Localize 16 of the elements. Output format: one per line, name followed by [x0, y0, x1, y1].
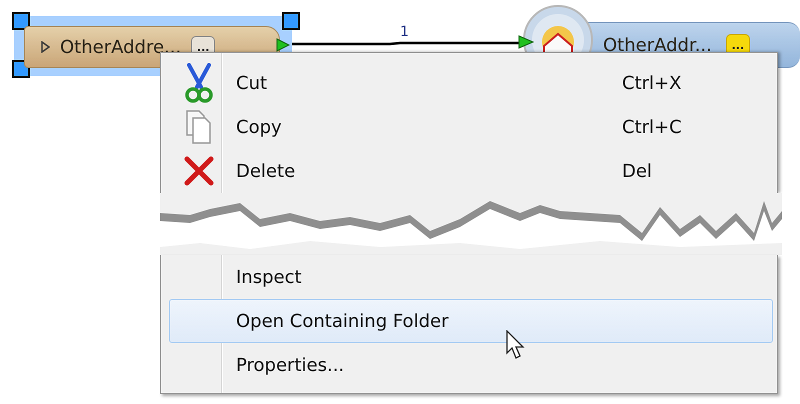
expand-icon: [41, 41, 50, 53]
menu-item[interactable]: Delete Del: [169, 149, 773, 193]
copy-icon: [185, 109, 213, 145]
node-title: OtherAddr...: [603, 34, 712, 56]
resize-handle[interactable]: [12, 12, 30, 30]
scissors-icon: [184, 63, 214, 103]
menu-item[interactable]: Open Containing Folder: [169, 299, 773, 343]
menu-item[interactable]: Properties...: [169, 343, 773, 387]
resize-handle[interactable]: [282, 12, 300, 30]
input-port-icon[interactable]: [518, 35, 534, 49]
menu-item[interactable]: Copy Ctrl+C: [169, 105, 773, 149]
menu-item[interactable]: Inspect: [169, 255, 773, 299]
delete-icon: [183, 155, 215, 187]
connection-count: 1: [400, 24, 409, 40]
node-title: OtherAddre...: [60, 36, 182, 58]
mouse-cursor-icon: [506, 330, 526, 360]
